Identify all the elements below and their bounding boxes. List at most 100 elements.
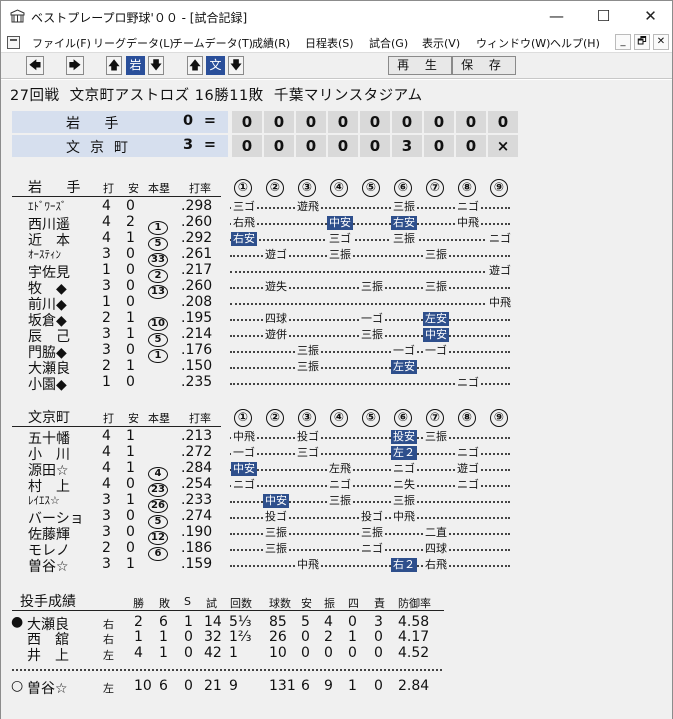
at-bat-dotted-line: [230, 565, 510, 567]
prev-game-button[interactable]: 🡄: [26, 56, 44, 75]
next-game-button[interactable]: 🡆: [66, 56, 84, 75]
at-bat-dotted-line: [230, 271, 513, 273]
at-bat-result: 三振: [391, 232, 417, 246]
menu-league-data[interactable]: リーグデータ(L): [93, 35, 174, 51]
pitcher-stat-s: 1: [184, 614, 193, 630]
player-hits: 0: [126, 476, 135, 492]
player-name[interactable]: 小園◆: [28, 374, 67, 394]
mdi-minimize-button[interactable]: _: [615, 34, 631, 50]
document-system-icon[interactable]: [7, 36, 20, 49]
player-average: .213: [181, 428, 213, 444]
inning-number-circle: ②: [266, 409, 284, 427]
pitching-col-header: 安: [301, 597, 312, 610]
player-average: .254: [181, 476, 213, 492]
title-bar[interactable]: ベストプレープロ野球'００ - [試合記録] — ☐ ✕: [1, 1, 672, 32]
team2-up-button[interactable]: 🡅: [187, 56, 203, 75]
player-home-runs: 6: [148, 541, 168, 561]
pitching-col-header: 試: [206, 597, 217, 610]
menu-records[interactable]: 成績(R): [252, 35, 290, 51]
menu-file[interactable]: ファイル(F): [32, 35, 91, 51]
pitcher-divider: [12, 669, 442, 671]
player-name[interactable]: ﾚｲｴｽ☆: [28, 492, 60, 508]
at-bat-dotted-line: [230, 303, 513, 305]
mdi-close-button[interactable]: ✕: [653, 34, 669, 50]
decision-mark: ●: [11, 614, 24, 630]
col-avg-header: 打率: [189, 182, 211, 195]
team1-up-button[interactable]: 🡅: [106, 56, 122, 75]
player-average: .186: [181, 540, 213, 556]
menu-schedule[interactable]: 日程表(S): [305, 35, 354, 51]
pitcher-stat-er: 0: [374, 645, 383, 661]
player-name[interactable]: ｴﾄﾞﾜｰｽﾞ: [28, 198, 67, 214]
pitcher-stat-ip: 5⅓: [229, 614, 252, 630]
player-name[interactable]: ｵｰｽﾃｨﾝ: [28, 246, 61, 262]
home-run-count: 13: [148, 285, 168, 299]
menu-window[interactable]: ウィンドウ(W): [476, 35, 550, 51]
player-at-bats: 3: [102, 508, 111, 524]
player-average: .233: [181, 492, 213, 508]
at-bat-result: 一ゴ: [423, 344, 449, 358]
inning-number-circle: ⑧: [458, 409, 476, 427]
inning-score-cell: 0: [424, 135, 454, 157]
pitcher-name[interactable]: 井 上: [27, 645, 69, 665]
save-button[interactable]: 保 存: [452, 56, 516, 75]
inning-score-cell: 0: [456, 111, 486, 133]
play-button[interactable]: 再 生: [388, 56, 452, 75]
team2-down-button[interactable]: 🡇: [228, 56, 244, 75]
at-bat-result: 一ゴ: [359, 312, 385, 326]
menu-help[interactable]: ヘルプ(H): [550, 35, 600, 51]
menu-game[interactable]: 試合(G): [369, 35, 408, 51]
at-bat-result: 遊併: [263, 328, 289, 342]
minimize-button[interactable]: —: [533, 1, 580, 32]
player-average: .292: [181, 230, 213, 246]
player-hits: 0: [126, 198, 135, 214]
pitching-col-header: 防御率: [398, 597, 431, 610]
mdi-restore-button[interactable]: 🗗: [634, 34, 650, 50]
at-bat-result: 三振: [263, 542, 289, 556]
player-at-bats: 2: [102, 540, 111, 556]
pitcher-name[interactable]: 曽谷☆: [27, 678, 68, 698]
pitching-col-header: 回数: [230, 597, 252, 610]
at-bat-result: 遊飛: [295, 200, 321, 214]
inning-score-cell: 0: [424, 111, 454, 133]
pitcher-stat-w: 4: [134, 645, 143, 661]
player-average: .208: [181, 294, 213, 310]
at-bat-result: 二直: [423, 526, 449, 540]
player-at-bats: 4: [102, 460, 111, 476]
team1-select-button[interactable]: 岩: [126, 56, 145, 75]
divider: [12, 426, 221, 427]
team-record: 16勝11敗: [194, 88, 264, 104]
menu-team-data[interactable]: チームデータ(T): [172, 35, 253, 51]
at-bat-result: 三振: [391, 494, 417, 508]
player-hits: 0: [126, 246, 135, 262]
team1-down-button[interactable]: 🡇: [148, 56, 164, 75]
maximize-button[interactable]: ☐: [580, 1, 627, 32]
col-hr-header: 本塁: [148, 182, 170, 195]
player-hits: 0: [126, 374, 135, 390]
player-at-bats: 3: [102, 246, 111, 262]
pitcher-stat-np: 131: [269, 678, 296, 694]
pitching-col-header: 勝: [133, 597, 144, 610]
at-bat-result: ニゴ: [487, 232, 513, 246]
inning-score-cell: 0: [456, 135, 486, 157]
pitching-col-header: 責: [374, 597, 385, 610]
player-hits: 1: [126, 326, 135, 342]
inning-score-cell: 0: [232, 135, 262, 157]
player-hits: 0: [126, 278, 135, 294]
player-at-bats: 1: [102, 374, 111, 390]
at-bat-result: 三振: [423, 280, 449, 294]
inning-header: ②: [266, 406, 284, 427]
at-bat-result: ニゴ: [455, 478, 481, 492]
close-button[interactable]: ✕: [627, 1, 673, 32]
menu-view[interactable]: 表示(V): [422, 35, 460, 51]
pitcher-stat-l: 6: [159, 614, 168, 630]
at-bat-result: 四球: [263, 312, 289, 326]
inning-score-cell: 0: [328, 111, 358, 133]
at-bat-result: 三振: [327, 248, 353, 262]
pitching-col-header: 四: [348, 597, 359, 610]
at-bat-result: ニゴ: [327, 478, 353, 492]
player-name[interactable]: 曽谷☆: [28, 556, 69, 576]
inning-score-cell: 0: [296, 135, 326, 157]
toolbar: 🡄 🡆 🡅 岩 🡇 🡅 文 🡇 再 生 保 存: [1, 53, 672, 79]
team2-select-button[interactable]: 文: [206, 56, 225, 75]
